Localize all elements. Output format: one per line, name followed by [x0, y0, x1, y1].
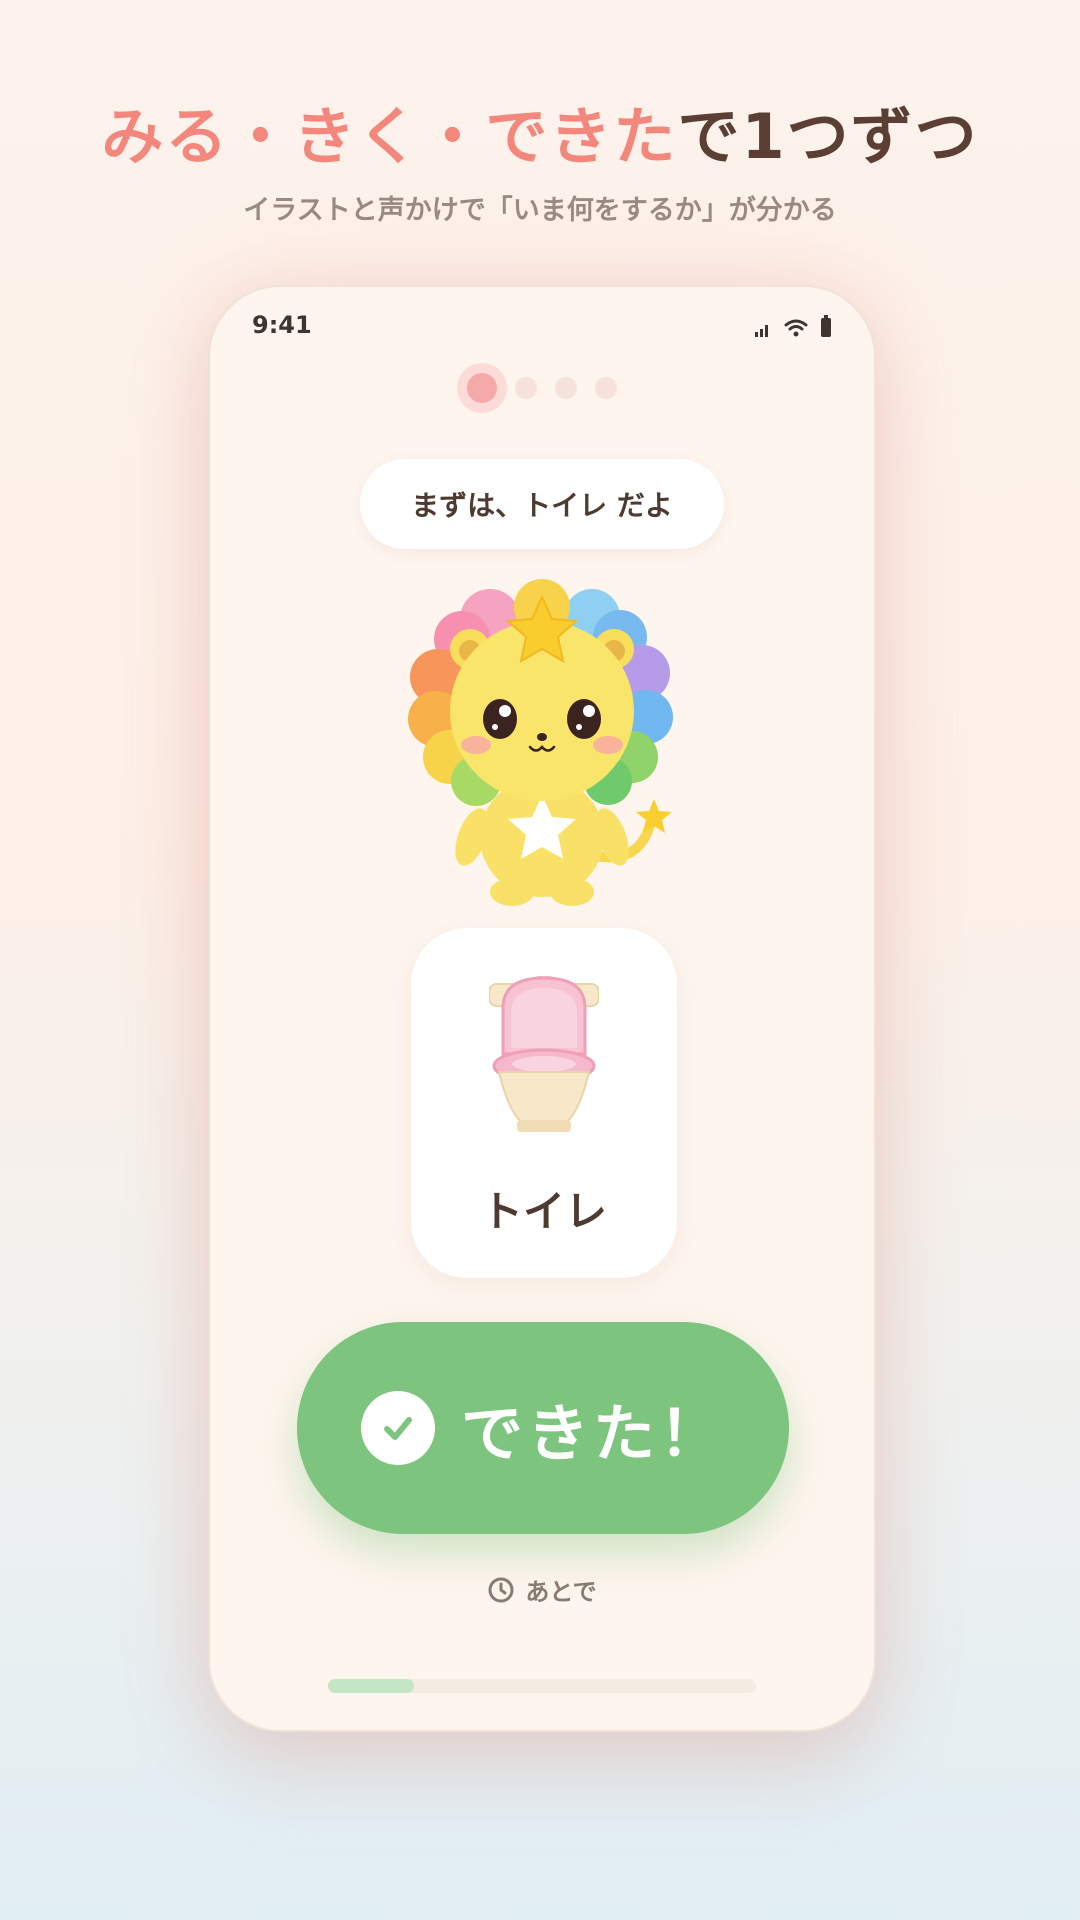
headline-rest: で1つずつ	[677, 100, 979, 173]
step-dot	[595, 377, 617, 399]
task-card: トイレ	[411, 928, 677, 1278]
wifi-icon	[784, 319, 808, 337]
progress-fill	[328, 1679, 414, 1693]
speech-bubble: まずは、トイレ だよ	[360, 459, 724, 549]
clock-icon	[488, 1577, 514, 1602]
status-icons	[754, 315, 832, 337]
done-button[interactable]: できた！	[297, 1322, 789, 1534]
task-label: トイレ	[480, 1187, 607, 1236]
rainbow-lion-mascot-icon	[408, 579, 673, 906]
later-button[interactable]: あとで	[210, 1572, 874, 1607]
step-dot	[515, 377, 537, 399]
later-button-label: あとで	[525, 1578, 597, 1606]
done-button-label: できた！	[460, 1397, 725, 1470]
battery-icon	[821, 315, 831, 337]
step-dot	[555, 377, 577, 399]
phone-frame: 9:41 まずは、トイレ だよ トイレ できた！ あとで	[208, 285, 876, 1732]
headline: みる・きく・できたで1つずつ	[0, 86, 1080, 176]
headline-accent: みる・きく・できた	[101, 100, 678, 173]
toilet-icon	[489, 976, 599, 1132]
signal-icon	[755, 325, 768, 337]
status-time: 9:41	[252, 311, 312, 339]
progress-bar	[328, 1679, 756, 1693]
step-dot-active	[467, 373, 497, 403]
subheadline: イラストと声かけで「いま何をするか」が分かる	[243, 195, 837, 226]
check-icon	[360, 1391, 435, 1465]
step-indicator	[210, 373, 874, 403]
